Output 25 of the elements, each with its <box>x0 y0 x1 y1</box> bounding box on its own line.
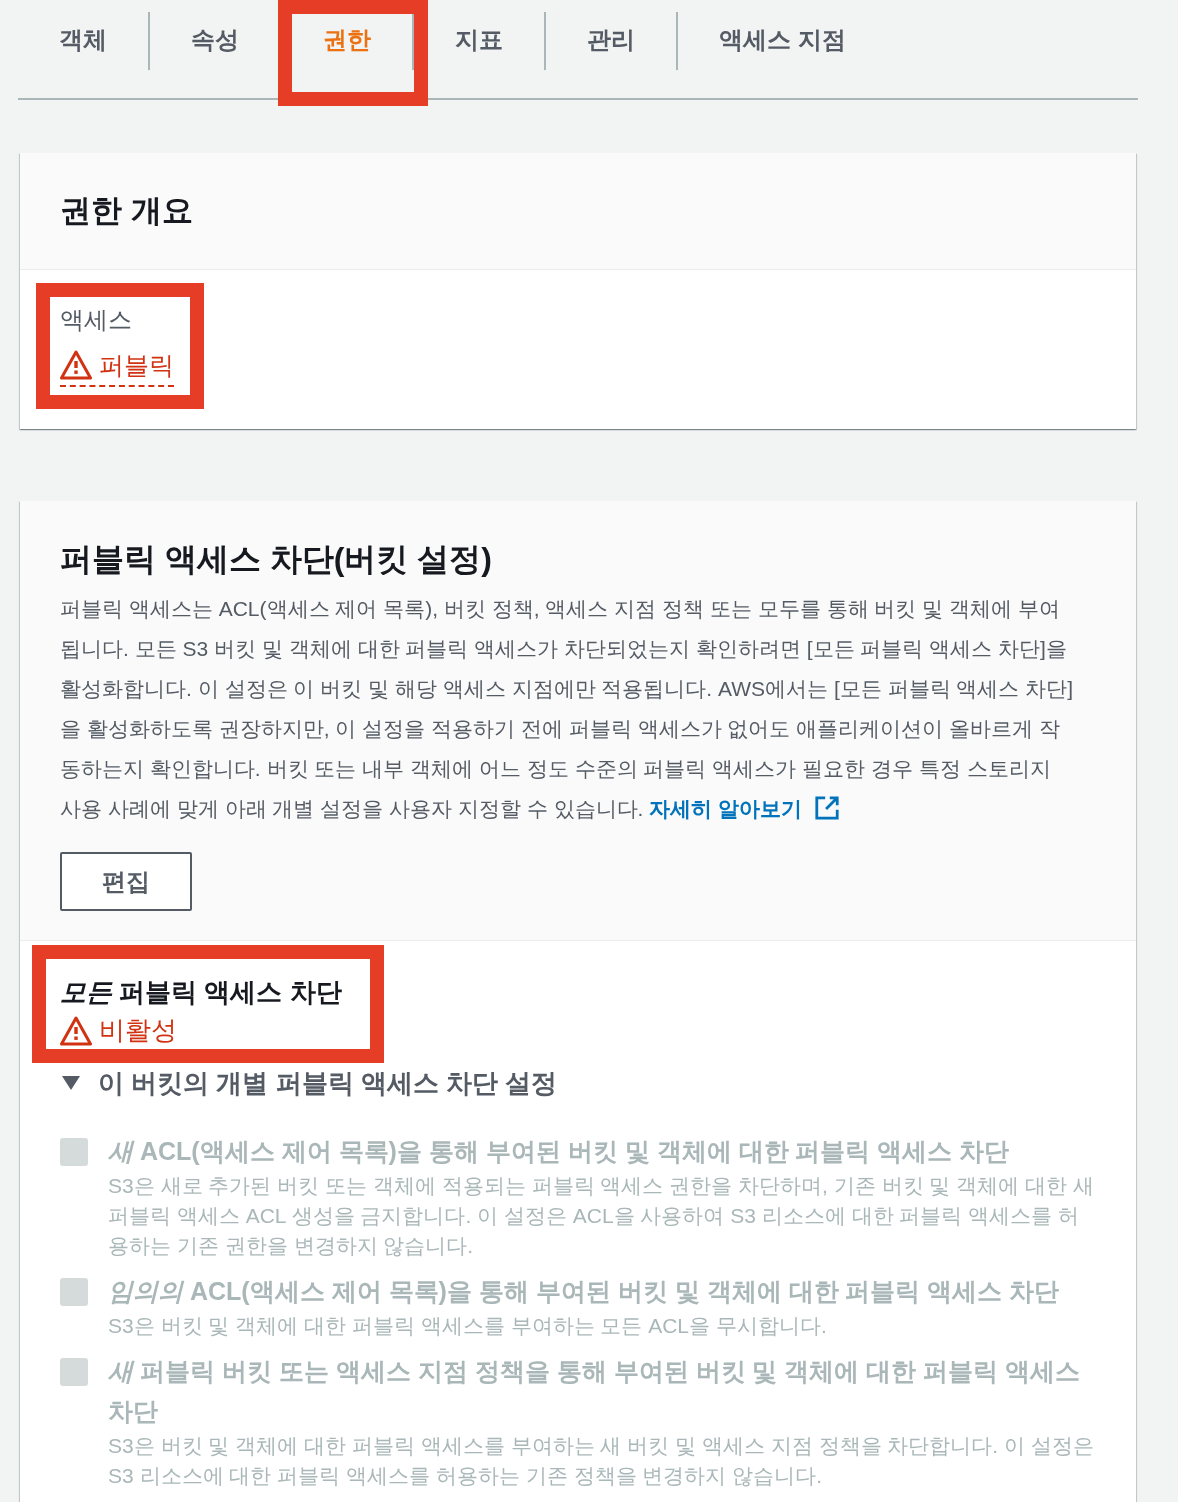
access-label: 액세스 <box>60 305 132 335</box>
tab[interactable]: 지표 <box>414 0 544 80</box>
option-title: 새 퍼블릭 버킷 또는 액세스 지점 정책을 통해 부여된 버킷 및 객체에 대한 퍼블릭 액세스 차단 <box>108 1356 1082 1427</box>
access-status-button[interactable]: 퍼블릭 <box>60 348 174 387</box>
setting-label: 모든 퍼블릭 액세스 차단 <box>60 976 342 1009</box>
learn-more-link[interactable]: 자세히 알아보기 <box>649 797 841 820</box>
caret-down-icon <box>62 1076 80 1090</box>
card-title: 퍼블릭 액세스 차단(버킷 설정) <box>60 540 493 579</box>
section-toggle[interactable]: 이 버킷의 개별 퍼블릭 액세스 차단 설정 <box>60 1063 558 1103</box>
warning-icon <box>60 350 92 380</box>
option-description: S3은 버킷 및 객체에 대한 퍼블릭 액세스를 부여하는 새 버킷 및 액세스 지점 정책을 차단합니다. 이 설정은 S3 리소스에 대한 퍼블릭 액세스를 허용하는 기존 정책을 변경하지 않습니다. <box>108 1433 1095 1489</box>
description-text: 퍼블릭 액세스는 ACL(액세스 제어 목록), 버킷 정책, 액세스 지점 정책 또는 모두를 통해 버킷 및 객체에 부여됩니다. 모든 S3 버킷 및 객체에 대한 퍼블릭 액세스가 차단되었는지 확인하려면 [모든 퍼블릭 액세스 차단]을 활성화합니다. 이 설정은 이 버킷 및 해당 액세스 지점에만 적용됩니다. AWS에서는 [모든 퍼블릭 액세스 차단]을 활성화하도록 권장하지만, 이 설정을 적용하기 전에 퍼블릭 액세스가 없어도 애플리케이션이 올바르게 작동하는지 확인합니다. 버킷 또는 내부 객체에 어느 정도 수준의 퍼블릭 액세스가 필요한 경우 특정 스토리지 사용 사례에 맞게 아래 개별 설정을 사용자 지정할 수 있습니다. 자세히 알아보기 <box>60 596 1075 823</box>
tab[interactable]: 관리 <box>546 0 676 80</box>
tab[interactable]: 액세스 지점 <box>678 0 887 80</box>
option-description: S3은 새로 추가된 버킷 또는 객체에 적용되는 퍼블릭 액세스 권한을 차단하며, 기존 버킷 및 객체에 대한 새 퍼블릭 액세스 ACL 생성을 금지합니다. 이 설정은 ACL을 사용하여 S3 리소스에 대한 퍼블릭 액세스를 허용하는 기존 권한을 변경하지 않습니다. <box>108 1173 1095 1259</box>
tab[interactable]: 객체 <box>18 0 148 80</box>
edit-button[interactable]: 편집 <box>60 852 192 911</box>
card-title: 권한 개요 <box>60 192 193 230</box>
external-link-icon <box>814 795 841 821</box>
option-description: S3은 버킷 및 객체에 대한 퍼블릭 액세스를 부여하는 모든 ACL을 무시합니다. <box>108 1313 828 1339</box>
tab[interactable]: 속성 <box>150 0 280 80</box>
status-text: 비활성 <box>99 1014 177 1047</box>
option-title: 임의의 ACL(액세스 제어 목록)을 통해 부여된 버킷 및 객체에 대한 퍼블릭 액세스 차단 <box>108 1276 1060 1307</box>
option-title: 새 ACL(액세스 제어 목록)을 통해 부여된 버킷 및 객체에 대한 퍼블릭 액세스 차단 <box>108 1136 1011 1167</box>
warning-icon <box>60 1015 92 1046</box>
